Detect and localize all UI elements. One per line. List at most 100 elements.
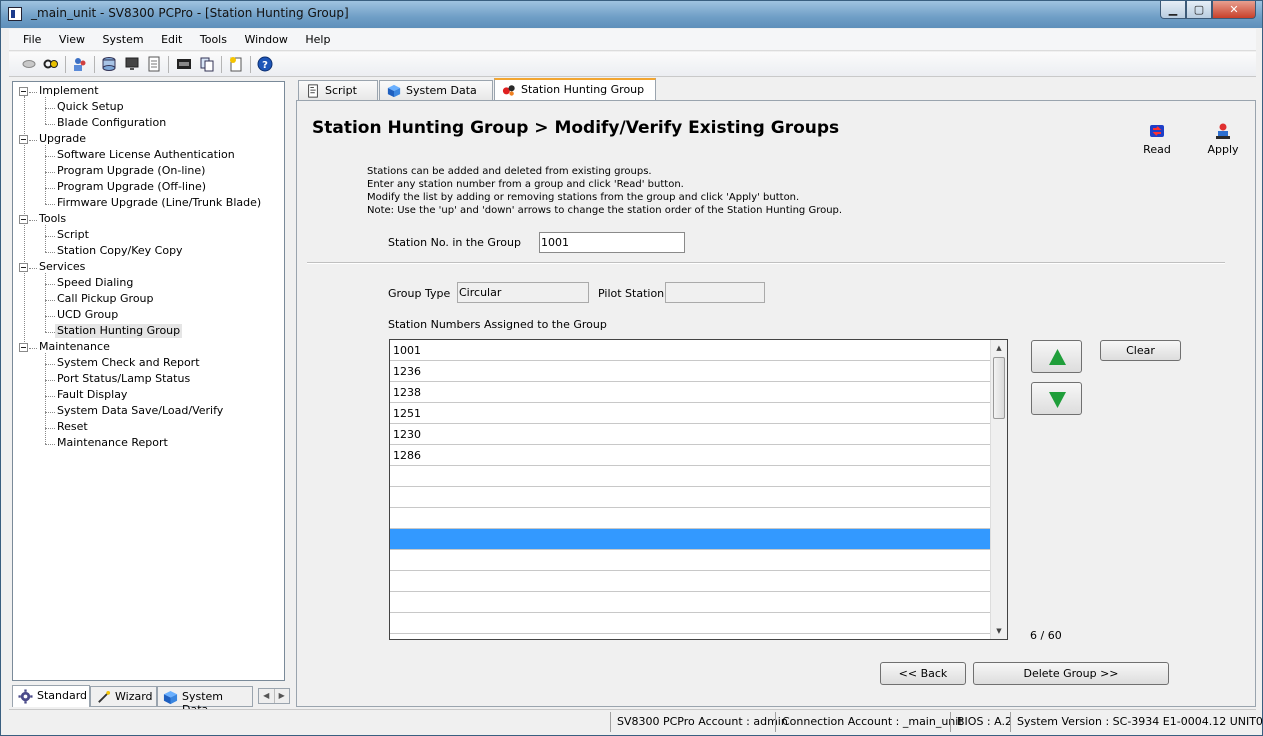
monitor-icon[interactable] bbox=[124, 56, 140, 72]
menu-tools[interactable]: Tools bbox=[193, 29, 234, 46]
tree-expander-icon[interactable] bbox=[19, 343, 28, 352]
menu-help[interactable]: Help bbox=[298, 29, 337, 46]
scroll-right-icon[interactable]: ▶ bbox=[275, 689, 290, 703]
maximize-button[interactable]: ▢ bbox=[1186, 1, 1212, 19]
status-bios: BIOS : A.2 bbox=[950, 712, 1018, 732]
disconnect-icon[interactable] bbox=[21, 56, 37, 72]
scroll-thumb[interactable] bbox=[993, 357, 1005, 419]
instruction-line: Modify the list by adding or removing st… bbox=[367, 192, 800, 203]
list-item[interactable]: 1001 bbox=[390, 340, 990, 361]
tab-standard[interactable]: Standard bbox=[12, 685, 90, 707]
list-item[interactable]: 1236 bbox=[390, 361, 990, 382]
tree-item[interactable]: Script bbox=[57, 228, 89, 242]
tree-item[interactable]: System Data Save/Load/Verify bbox=[57, 404, 223, 418]
list-scrollbar[interactable]: ▲ ▼ bbox=[990, 340, 1007, 639]
tree-group[interactable]: Maintenance bbox=[39, 340, 110, 354]
tree-item[interactable]: Maintenance Report bbox=[57, 436, 168, 450]
list-item[interactable] bbox=[390, 613, 990, 634]
tree-item[interactable]: Station Copy/Key Copy bbox=[57, 244, 183, 258]
tree-item[interactable]: Blade Configuration bbox=[57, 116, 166, 130]
copy-icon[interactable] bbox=[199, 56, 215, 72]
list-item[interactable] bbox=[390, 550, 990, 571]
menu-system[interactable]: System bbox=[96, 29, 151, 46]
tree-item[interactable]: Firmware Upgrade (Line/Trunk Blade) bbox=[57, 196, 261, 210]
station-list[interactable]: ▲ ▼ 1001 1236 1238 1251 1230 1286 bbox=[389, 339, 1008, 640]
tree-item[interactable]: Port Status/Lamp Status bbox=[57, 372, 190, 386]
cube-icon bbox=[387, 84, 401, 98]
list-item[interactable] bbox=[390, 571, 990, 592]
status-account: SV8300 PCPro Account : admin bbox=[610, 712, 794, 732]
list-item[interactable] bbox=[390, 592, 990, 613]
new-document-icon[interactable] bbox=[228, 56, 244, 72]
tree-item[interactable]: UCD Group bbox=[57, 308, 118, 322]
tab-script[interactable]: Script bbox=[298, 80, 378, 100]
tab-scroll-arrows[interactable]: ◀ ▶ bbox=[258, 688, 290, 704]
list-item[interactable]: 1251 bbox=[390, 403, 990, 424]
list-item[interactable] bbox=[390, 508, 990, 529]
read-button[interactable]: Read bbox=[1137, 122, 1177, 156]
tree-item[interactable]: Reset bbox=[57, 420, 88, 434]
list-item[interactable]: 1286 bbox=[390, 445, 990, 466]
menu-view[interactable]: View bbox=[52, 29, 92, 46]
arrow-down-icon bbox=[1049, 392, 1066, 408]
tree-item[interactable]: Software License Authentication bbox=[57, 148, 235, 162]
menu-window[interactable]: Window bbox=[237, 29, 294, 46]
tree-expander-icon[interactable] bbox=[19, 135, 28, 144]
scroll-up-icon[interactable]: ▲ bbox=[991, 340, 1007, 356]
toolbar: ? bbox=[9, 52, 1256, 77]
minimize-button[interactable]: ▁ bbox=[1160, 1, 1186, 19]
tree-item[interactable]: Station Hunting Group bbox=[55, 324, 183, 338]
tree-item[interactable]: Program Upgrade (Off-line) bbox=[57, 180, 206, 194]
move-down-button[interactable] bbox=[1031, 382, 1082, 415]
tab-wizard[interactable]: Wizard bbox=[90, 686, 157, 707]
document-icon[interactable] bbox=[146, 56, 162, 72]
tree-item[interactable]: Call Pickup Group bbox=[57, 292, 154, 306]
users-icon[interactable] bbox=[72, 56, 88, 72]
scroll-down-icon[interactable]: ▼ bbox=[991, 623, 1007, 639]
tree-expander-icon[interactable] bbox=[19, 87, 28, 96]
list-item[interactable]: 1238 bbox=[390, 382, 990, 403]
tree-item[interactable]: Quick Setup bbox=[57, 100, 124, 114]
tree-group[interactable]: Services bbox=[39, 260, 85, 274]
list-item[interactable] bbox=[390, 487, 990, 508]
tab-standard-label: Standard bbox=[37, 689, 88, 702]
tab-system-data-doc[interactable]: System Data bbox=[379, 80, 493, 100]
database-icon[interactable] bbox=[101, 56, 117, 72]
tree-item[interactable]: System Check and Report bbox=[57, 356, 200, 370]
scroll-left-icon[interactable]: ◀ bbox=[259, 689, 275, 703]
wand-icon bbox=[98, 690, 111, 703]
film-icon[interactable] bbox=[176, 56, 192, 72]
station-no-input[interactable]: 1001 bbox=[539, 232, 685, 253]
connect-icon[interactable] bbox=[43, 56, 59, 72]
assigned-stations-label: Station Numbers Assigned to the Group bbox=[388, 318, 607, 331]
back-button[interactable]: << Back bbox=[880, 662, 966, 685]
list-item[interactable] bbox=[390, 529, 990, 550]
list-item[interactable]: 1230 bbox=[390, 424, 990, 445]
tree-expander-icon[interactable] bbox=[19, 263, 28, 272]
tree-item[interactable]: Program Upgrade (On-line) bbox=[57, 164, 205, 178]
help-icon[interactable]: ? bbox=[257, 56, 273, 72]
tree-group[interactable]: Upgrade bbox=[39, 132, 86, 146]
menu-file[interactable]: File bbox=[9, 29, 48, 46]
page-title: Station Hunting Group > Modify/Verify Ex… bbox=[312, 118, 840, 138]
script-icon bbox=[308, 84, 318, 98]
tree-group[interactable]: Implement bbox=[39, 84, 99, 98]
clear-button[interactable]: Clear bbox=[1100, 340, 1181, 361]
station-no-label: Station No. in the Group bbox=[388, 236, 521, 249]
tree-item[interactable]: Fault Display bbox=[57, 388, 127, 402]
delete-group-button[interactable]: Delete Group >> bbox=[973, 662, 1169, 685]
close-button[interactable]: ✕ bbox=[1212, 1, 1256, 19]
list-item[interactable] bbox=[390, 466, 990, 487]
app-icon[interactable] bbox=[8, 7, 22, 21]
tree-item[interactable]: Speed Dialing bbox=[57, 276, 133, 290]
gear-icon bbox=[18, 689, 33, 704]
menu-edit[interactable]: Edit bbox=[154, 29, 189, 46]
apply-button[interactable]: Apply bbox=[1203, 122, 1243, 156]
move-up-button[interactable] bbox=[1031, 340, 1082, 373]
tree-group[interactable]: Tools bbox=[39, 212, 66, 226]
tab-system-data[interactable]: System Data bbox=[157, 686, 253, 716]
tree-expander-icon[interactable] bbox=[19, 215, 28, 224]
navigation-tree: Implement Quick Setup Blade Configuration U… bbox=[12, 81, 285, 681]
status-bar: SV8300 PCPro Account : admin Connection … bbox=[9, 709, 1263, 733]
tab-station-hunting-group[interactable]: Station Hunting Group bbox=[494, 78, 656, 100]
